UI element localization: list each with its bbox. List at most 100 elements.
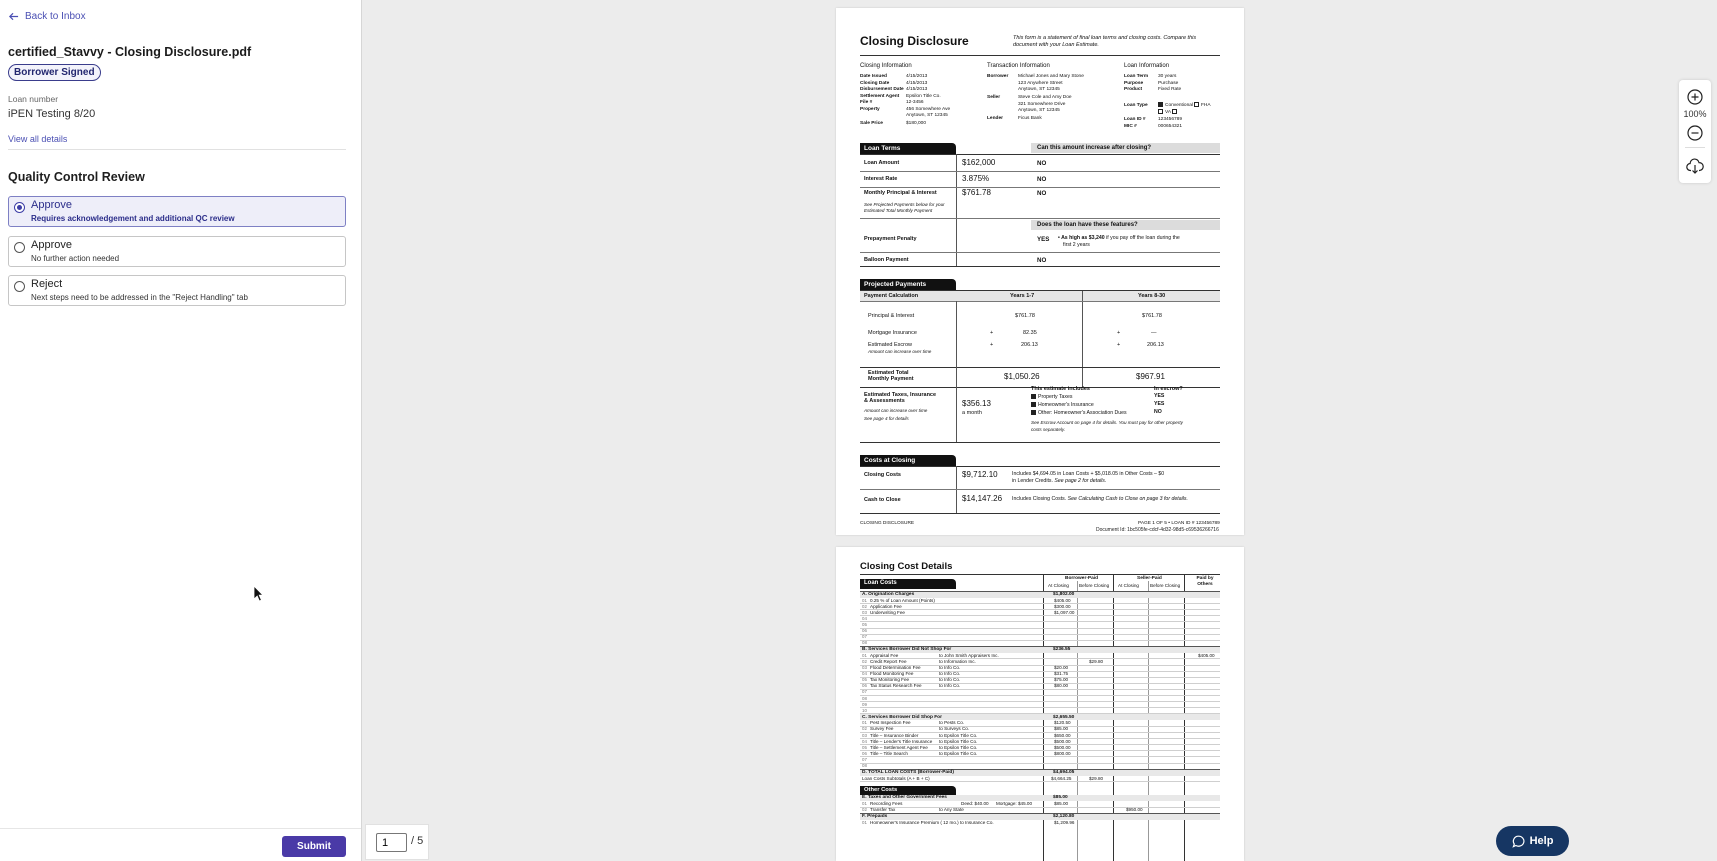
help-button[interactable]: Help [1496,826,1569,856]
rule [860,442,1220,443]
closing-info-label: Settlement Agent [860,93,900,99]
includes-item-answer: NO [1154,409,1162,415]
includes-item-answer: YES [1154,393,1165,399]
row-amount: $405.00 [1054,597,1071,603]
row-amount: $31.75 [1054,671,1069,677]
includes-item: Other: Homeowner's Association Dues [1031,410,1127,417]
row-label: Transfer Tax [870,807,896,813]
row-rule [860,615,1220,617]
row-amount: $300.00 [1054,603,1071,609]
row-number: 03 [862,665,867,670]
prepay-detail-bold: • As high as $3,240 [1058,235,1105,241]
row-label: Application Fee [870,603,902,609]
loan-id-label: Loan ID # [1124,117,1146,122]
row-amount: $85.00 [1054,801,1069,807]
radio-button-selected[interactable] [14,202,25,213]
pdf-page-2: Closing Cost Details Loan Costs Borrower… [836,547,1244,861]
loan-term-answer: NO [1037,176,1047,183]
loan-costs-tab: Loan Costs [860,579,956,589]
escrow-note-1: See Escrow Account on page 4 for details… [1031,420,1183,425]
pdf-page-1: Closing Disclosure This form is a statem… [836,8,1244,535]
row-rule [860,762,1220,764]
loan-info-heading: Loan Information [1124,63,1170,69]
toolbar-divider [1685,147,1705,148]
row-rule [860,781,1220,783]
radio-button[interactable] [14,281,25,292]
prepay-detail-2: first 2 years [1063,242,1090,248]
row-number: 05 [862,621,867,627]
back-to-inbox-link[interactable]: Back to Inbox [8,11,86,22]
escrow-note-2: costs separately. [1031,427,1066,432]
closing-info-value: Epsilon Title Co. [906,93,941,99]
row-number: 01 [862,652,867,658]
features-question: Does the loan have these features? [1031,220,1220,230]
option-approve-with-review[interactable]: Approve Requires acknowledgement and add… [8,196,346,227]
row-rule [860,621,1220,623]
row-amount: $650.00 [1054,732,1071,738]
pi-label: Principal & Interest [868,313,915,319]
row-label: Credit Report Fee [870,658,907,664]
pdf-viewer[interactable]: Closing Disclosure This form is a statem… [362,0,1717,861]
row-rule [860,695,1220,696]
at-closing-header: At Closing [1118,583,1139,588]
years-b-label: Years 8-30 [1138,293,1166,299]
loan-type-label: Loan Type [1124,103,1148,108]
row-label: Tax Monitoring Fee [870,677,910,683]
cloud-download-icon[interactable] [1686,157,1704,175]
qc-review-heading: Quality Control Review [8,170,145,184]
zoom-out-icon[interactable] [1686,124,1704,142]
section-total: $1,802.00 [1053,591,1075,597]
row-rule [860,756,1220,758]
row-number: 07 [862,756,867,762]
rule [860,187,1220,188]
zoom-level: 100% [1683,109,1707,119]
row-payee: to Epsilon Title Co. [939,738,978,744]
subtotals-before-closing: $29.80 [1089,775,1104,781]
column-rule [956,387,957,442]
loan-number-value: iPEN Testing 8/20 [8,108,96,120]
radio-button[interactable] [14,242,25,253]
before-closing-amount: $29.80 [1089,658,1104,664]
loan-type-fha: FHA [1194,102,1211,109]
loan-number-label: Loan number [8,94,59,104]
loan-terms-tab: Loan Terms [860,143,956,154]
closing-costs-label: Closing Costs [864,472,901,478]
row-rule [860,701,1220,703]
transaction-info-label: Borrower [987,74,1009,79]
row-amount: $500.00 [1054,738,1071,744]
row-rule [860,806,1220,808]
plus-sign: + [990,342,994,348]
mi-years-b: — [1151,330,1157,336]
row-payee: to Epsilon Title Co. [939,732,978,738]
row-label: Flood Monitoring Fee [870,671,914,677]
paid-by-others-amount: $405.00 [1198,652,1215,658]
page-navigator: / 5 [365,824,429,860]
row-number: 01 [862,819,867,825]
section-total: $2,120.80 [1053,814,1075,820]
page-number-input[interactable] [376,833,407,852]
pi-years-a: $761.78 [1015,313,1035,319]
before-closing-header: Before Closing [1150,583,1181,588]
zoom-in-icon[interactable] [1686,88,1704,106]
option-reject[interactable]: Reject Next steps need to be addressed i… [8,275,346,306]
rule [860,171,1220,172]
closing-info-value: 4/15/2013 [906,80,928,86]
view-all-details-link[interactable]: View all details [8,134,67,144]
submit-button[interactable]: Submit [282,836,346,857]
taxes-period: a month [962,410,982,416]
row-number: 01 [862,597,867,603]
page-footer-right: PAGE 1 OF 5 • LOAN ID # 123456789 [1138,521,1220,526]
row-payee: to John Smith Appraisers Inc. [939,652,999,658]
option-approve-no-action[interactable]: Approve No further action needed [8,236,346,267]
option-title: Approve [31,199,72,211]
plus-sign: + [990,330,994,336]
closing-info-label: File # [860,100,873,105]
row-amount: $75.00 [1054,677,1069,683]
section-title: D. TOTAL LOAN COSTS (Borrower-Paid) [862,769,954,775]
review-side-panel: Back to Inbox certified_Stavvy - Closing… [0,0,362,861]
row-rule [860,633,1220,635]
row-payee: to Epsilon Title Co. [939,750,978,756]
back-to-inbox-label: Back to Inbox [25,11,86,22]
loan-type-conventional: Conventional [1158,102,1193,109]
closing-info-label: Sale Price [860,121,883,126]
